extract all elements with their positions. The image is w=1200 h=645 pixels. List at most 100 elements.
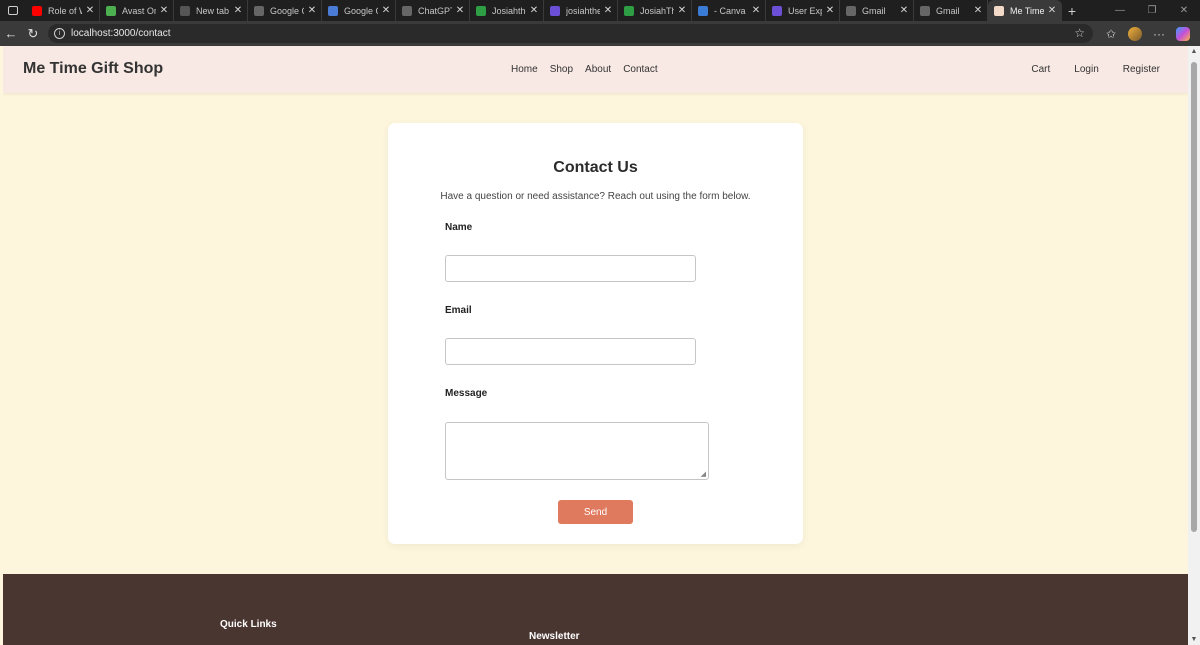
nav-about-link[interactable]: About	[585, 64, 611, 75]
play-icon	[476, 5, 486, 16]
message-textarea[interactable]: ◢	[445, 422, 709, 480]
page-viewport: Me Time Gift Shop Home Shop About Contac…	[3, 46, 1188, 645]
browser-tab[interactable]: Google Ca✕	[248, 0, 322, 21]
browser-tab[interactable]: - Canva ✕	[692, 0, 766, 21]
close-tab-icon[interactable]: ✕	[751, 5, 761, 16]
tab-title: Google Ca	[270, 5, 304, 16]
email-label: Email	[445, 305, 472, 316]
close-tab-icon[interactable]: ✕	[307, 5, 317, 16]
scroll-down-icon[interactable]: ▼	[1190, 636, 1198, 643]
browser-tab[interactable]: New tab ✕	[174, 0, 248, 21]
address-bar-row: ← ↻ i localhost:3000/contact ☆ ✩ ···	[0, 21, 1200, 46]
browser-tab[interactable]: Avast Onli✕	[100, 0, 174, 21]
tab-actions-icon	[8, 6, 18, 15]
close-tab-icon[interactable]: ✕	[677, 5, 687, 16]
tab-title: Avast Onli	[122, 5, 156, 16]
k-icon	[624, 5, 634, 16]
footer-newsletter-heading: Newsletter	[529, 631, 580, 642]
browser-tab[interactable]: Gmail ✕	[840, 0, 914, 21]
scrollbar-thumb[interactable]	[1191, 62, 1197, 532]
canva-icon	[698, 5, 708, 16]
site-footer: Quick Links Newsletter	[3, 574, 1188, 645]
list-icon	[772, 5, 782, 16]
favorite-star-icon[interactable]: ☆	[1074, 26, 1085, 40]
browser-tab[interactable]: JosiahtheD✕	[470, 0, 544, 21]
browser-tab[interactable]: Me Time G✕	[988, 0, 1062, 21]
resize-handle-icon[interactable]: ◢	[701, 470, 706, 478]
close-tab-icon[interactable]: ✕	[973, 5, 983, 16]
close-tab-icon[interactable]: ✕	[381, 5, 391, 16]
close-tab-icon[interactable]: ✕	[233, 5, 243, 16]
browser-tab[interactable]: Role of We✕	[26, 0, 100, 21]
footer-quick-links-heading: Quick Links	[220, 619, 277, 630]
tab-actions-button[interactable]	[0, 0, 26, 21]
scroll-up-icon[interactable]: ▲	[1190, 48, 1198, 55]
close-tab-icon[interactable]: ✕	[825, 5, 835, 16]
nav-home-link[interactable]: Home	[511, 64, 538, 75]
browser-tab-bar: Role of We✕Avast Onli✕New tab✕Google Ca✕…	[0, 0, 1200, 21]
copilot-icon[interactable]	[1175, 26, 1191, 42]
youtube-icon	[32, 5, 42, 16]
chatgpt-icon	[402, 5, 412, 16]
auth-links: Cart Login Register	[1031, 64, 1160, 75]
register-link[interactable]: Register	[1123, 64, 1160, 75]
new-tab-icon	[180, 5, 190, 16]
page-title: Contact Us	[553, 159, 638, 176]
close-window-icon[interactable]: ✕	[1168, 0, 1200, 21]
contact-card: Contact Us Have a question or need assis…	[388, 123, 803, 544]
close-tab-icon[interactable]: ✕	[603, 5, 613, 16]
browser-tab[interactable]: ChatGPT ✕	[396, 0, 470, 21]
browser-tab[interactable]: User Expe✕	[766, 0, 840, 21]
tab-title: JosiahtheD	[492, 5, 526, 16]
name-input[interactable]	[445, 255, 696, 282]
tab-title: User Expe	[788, 5, 822, 16]
address-bar[interactable]: i localhost:3000/contact ☆	[48, 24, 1093, 43]
minimize-icon[interactable]: —	[1104, 0, 1136, 21]
site-info-icon[interactable]: i	[54, 28, 65, 39]
tab-title: JosiahThe	[640, 5, 674, 16]
browser-tab[interactable]: josiahthed✕	[544, 0, 618, 21]
windows-icon	[106, 5, 116, 16]
nav-contact-link[interactable]: Contact	[623, 64, 657, 75]
window-controls: — ❐ ✕	[1104, 0, 1200, 21]
tab-title: - Canva	[714, 5, 746, 16]
tab-title: Me Time G	[1010, 5, 1044, 16]
login-link[interactable]: Login	[1074, 64, 1098, 75]
tab-title: Gmail	[936, 5, 960, 16]
page-scrollbar[interactable]: ▲ ▼	[1188, 46, 1200, 645]
browser-tab[interactable]: JosiahThe✕	[618, 0, 692, 21]
close-tab-icon[interactable]: ✕	[455, 5, 465, 16]
doc-icon	[550, 5, 560, 16]
brand-logo[interactable]: Me Time Gift Shop	[23, 60, 163, 78]
tab-title: ChatGPT	[418, 5, 452, 16]
restore-icon[interactable]: ❐	[1136, 0, 1168, 21]
message-label: Message	[445, 388, 488, 399]
tab-title: Google Ge	[344, 5, 378, 16]
browser-tab[interactable]: Google Ge✕	[322, 0, 396, 21]
site-header: Me Time Gift Shop Home Shop About Contac…	[3, 46, 1188, 93]
more-options-icon[interactable]: ···	[1151, 26, 1167, 42]
name-label: Name	[445, 222, 473, 233]
nav-shop-link[interactable]: Shop	[550, 64, 573, 75]
favorites-icon[interactable]: ✩	[1103, 26, 1119, 42]
tab-title: Gmail	[862, 5, 886, 16]
cart-link[interactable]: Cart	[1031, 64, 1050, 75]
gemini-icon	[328, 5, 338, 16]
contact-subtitle: Have a question or need assistance? Reac…	[440, 191, 751, 202]
profile-avatar[interactable]	[1127, 26, 1143, 42]
browser-tab[interactable]: Gmail ✕	[914, 0, 988, 21]
google-icon	[254, 5, 264, 16]
email-input[interactable]	[445, 338, 696, 365]
back-icon[interactable]: ←	[0, 21, 22, 46]
site-icon	[994, 5, 1004, 16]
close-tab-icon[interactable]: ✕	[85, 5, 95, 16]
refresh-icon[interactable]: ↻	[22, 21, 44, 46]
close-tab-icon[interactable]: ✕	[529, 5, 539, 16]
close-tab-icon[interactable]: ✕	[1047, 5, 1057, 16]
url-text: localhost:3000/contact	[71, 28, 171, 39]
send-button[interactable]: Send	[558, 500, 633, 524]
close-tab-icon[interactable]: ✕	[899, 5, 909, 16]
tab-title: Role of We	[48, 5, 82, 16]
close-tab-icon[interactable]: ✕	[159, 5, 169, 16]
new-tab-button[interactable]: +	[1062, 0, 1082, 21]
